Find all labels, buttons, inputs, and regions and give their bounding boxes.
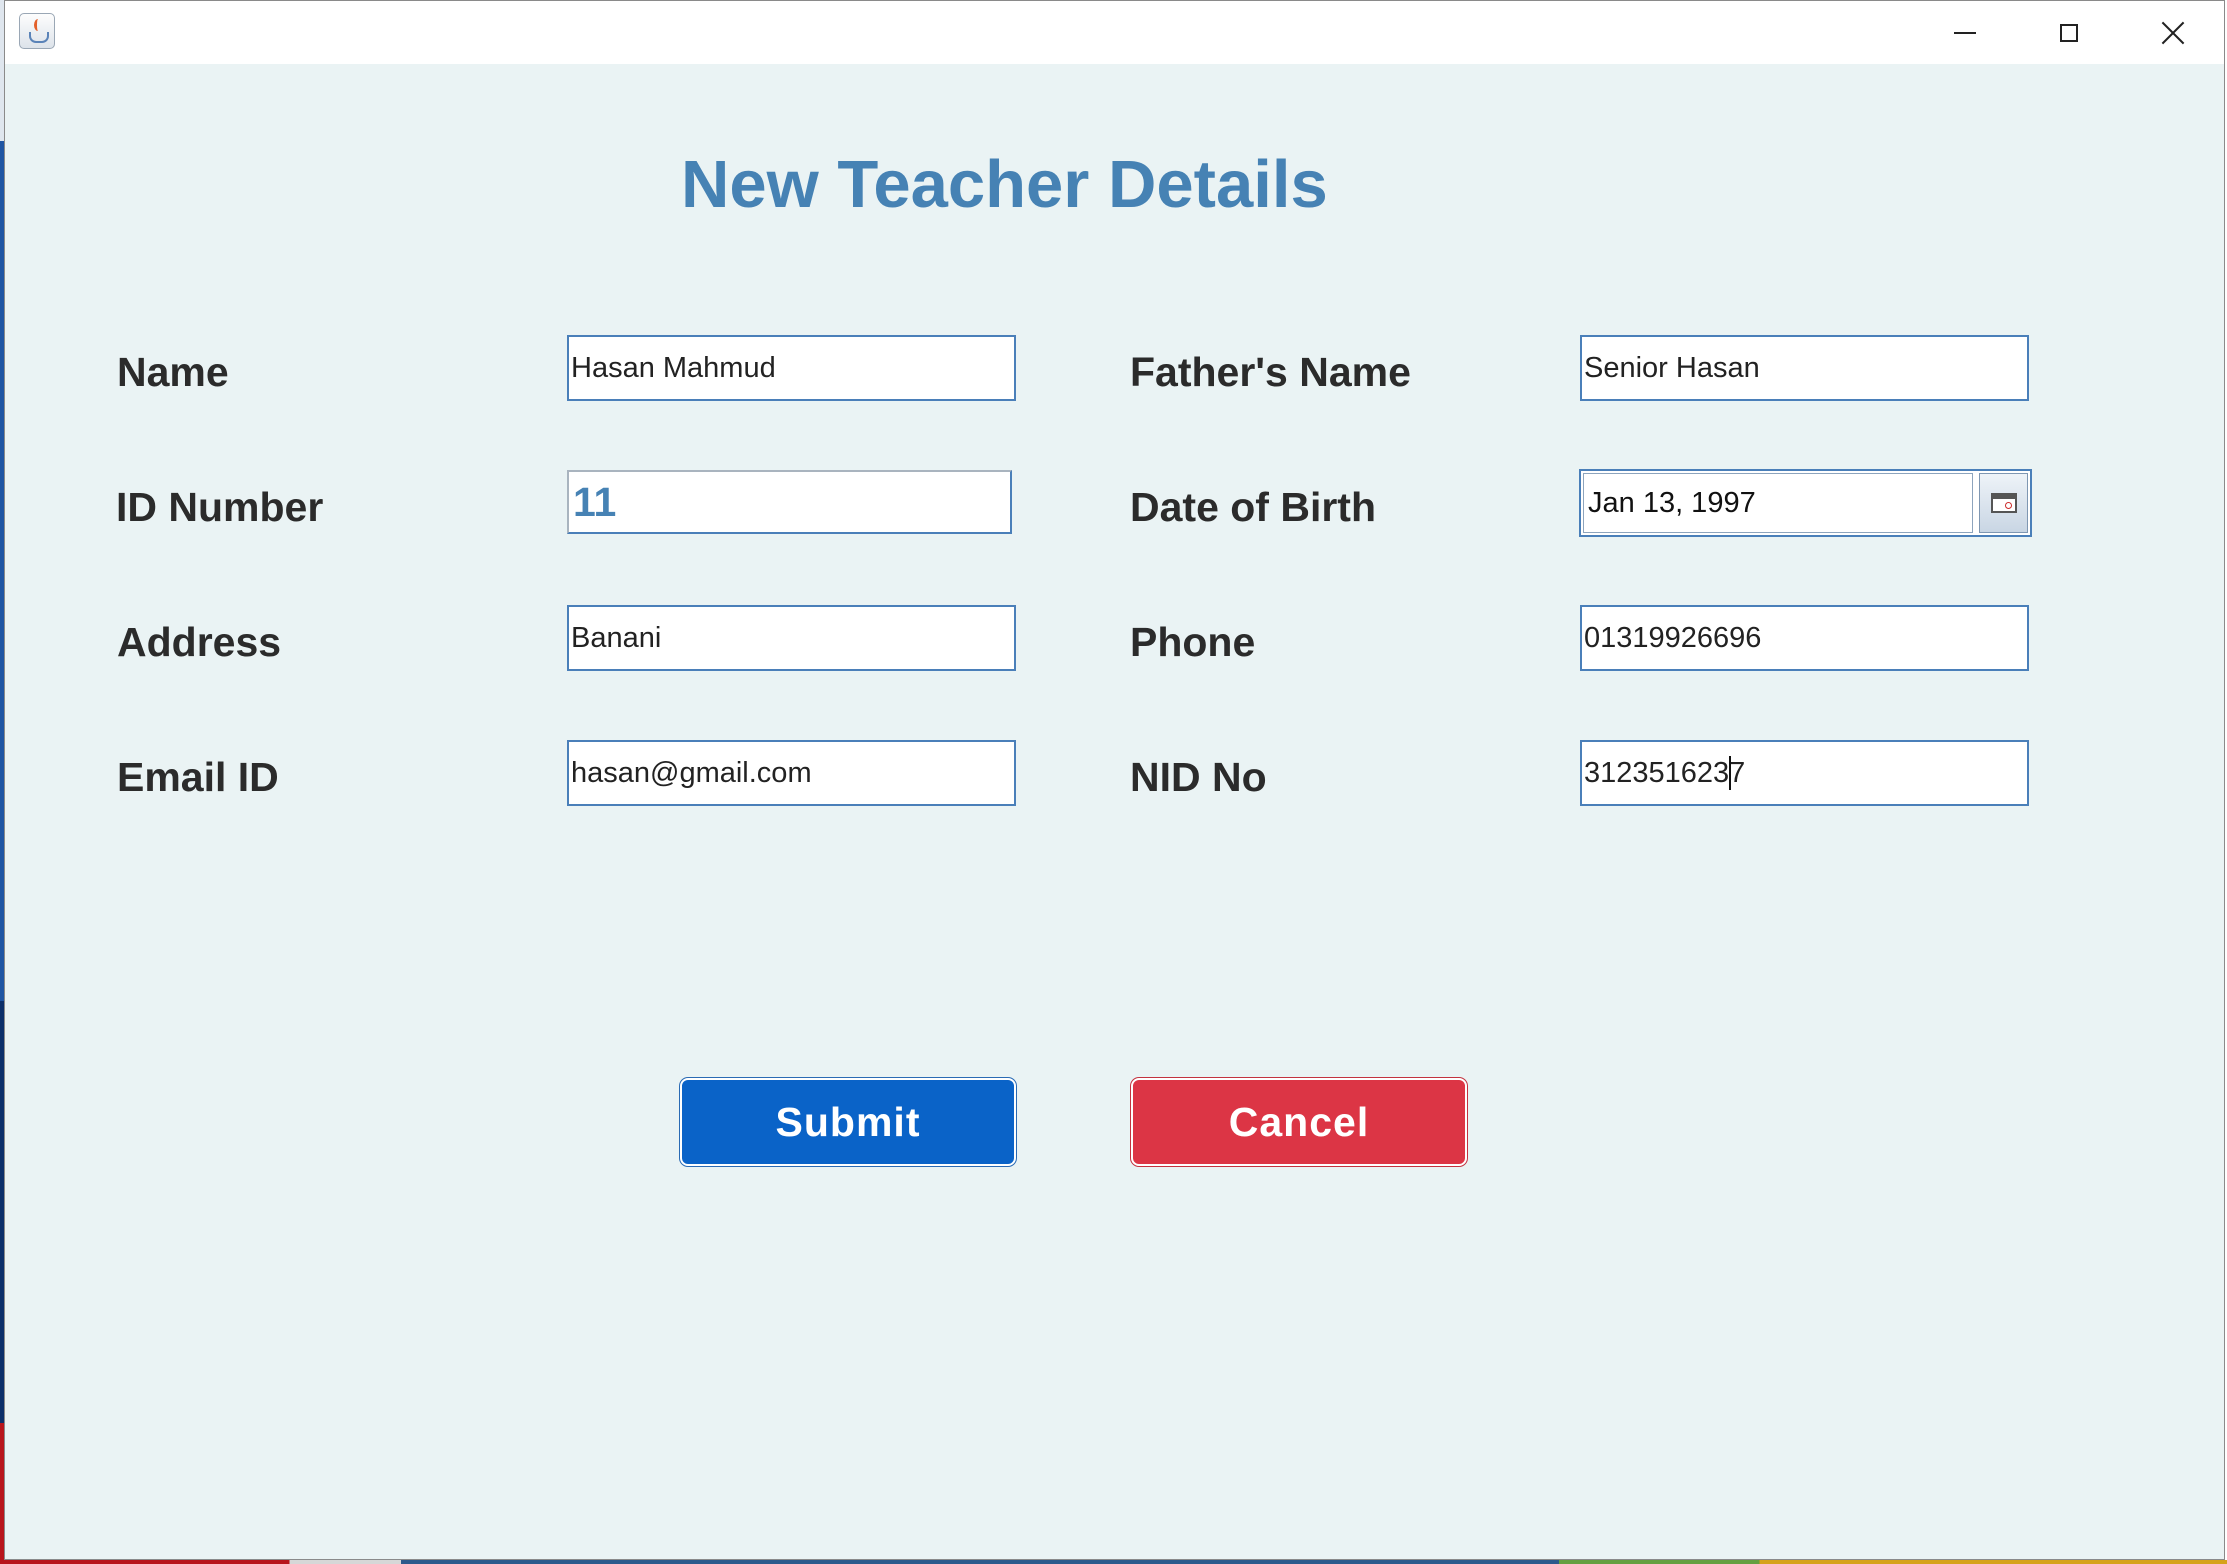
name-field[interactable]	[567, 335, 1016, 401]
text-cursor	[1729, 756, 1731, 790]
email-field[interactable]	[567, 740, 1016, 806]
fathers-name-label: Father's Name	[1130, 349, 1411, 395]
calendar-button[interactable]	[1979, 473, 2028, 533]
cancel-button[interactable]: Cancel	[1131, 1078, 1467, 1166]
new-teacher-window: New Teacher Details Name ID Number Addre…	[4, 0, 2225, 1560]
email-label: Email ID	[117, 754, 279, 800]
address-field[interactable]	[567, 605, 1016, 671]
fathers-name-field[interactable]	[1580, 335, 2029, 401]
phone-label: Phone	[1130, 619, 1256, 665]
close-button[interactable]	[2121, 1, 2225, 64]
date-of-birth-picker	[1579, 469, 2032, 537]
id-number-field[interactable]	[567, 470, 1012, 534]
date-of-birth-field[interactable]	[1583, 473, 1973, 533]
calendar-icon	[1990, 493, 2017, 513]
address-label: Address	[117, 619, 282, 665]
page-title: New Teacher Details	[681, 147, 1328, 222]
close-icon	[2161, 21, 2185, 45]
title-bar[interactable]	[5, 1, 2224, 64]
desktop-taskbar-edge	[0, 1560, 2227, 1564]
submit-button[interactable]: Submit	[680, 1078, 1016, 1166]
id-number-label: ID Number	[116, 484, 324, 530]
date-of-birth-label: Date of Birth	[1130, 484, 1376, 530]
minimize-icon	[1954, 31, 1976, 34]
nid-label: NID No	[1130, 754, 1267, 800]
maximize-icon	[2060, 23, 2078, 42]
minimize-button[interactable]	[1913, 1, 2017, 64]
java-cup-icon[interactable]	[19, 13, 55, 49]
nid-field[interactable]	[1580, 740, 2029, 806]
name-label: Name	[117, 349, 229, 395]
maximize-button[interactable]	[2017, 1, 2121, 64]
phone-field[interactable]	[1580, 605, 2029, 671]
